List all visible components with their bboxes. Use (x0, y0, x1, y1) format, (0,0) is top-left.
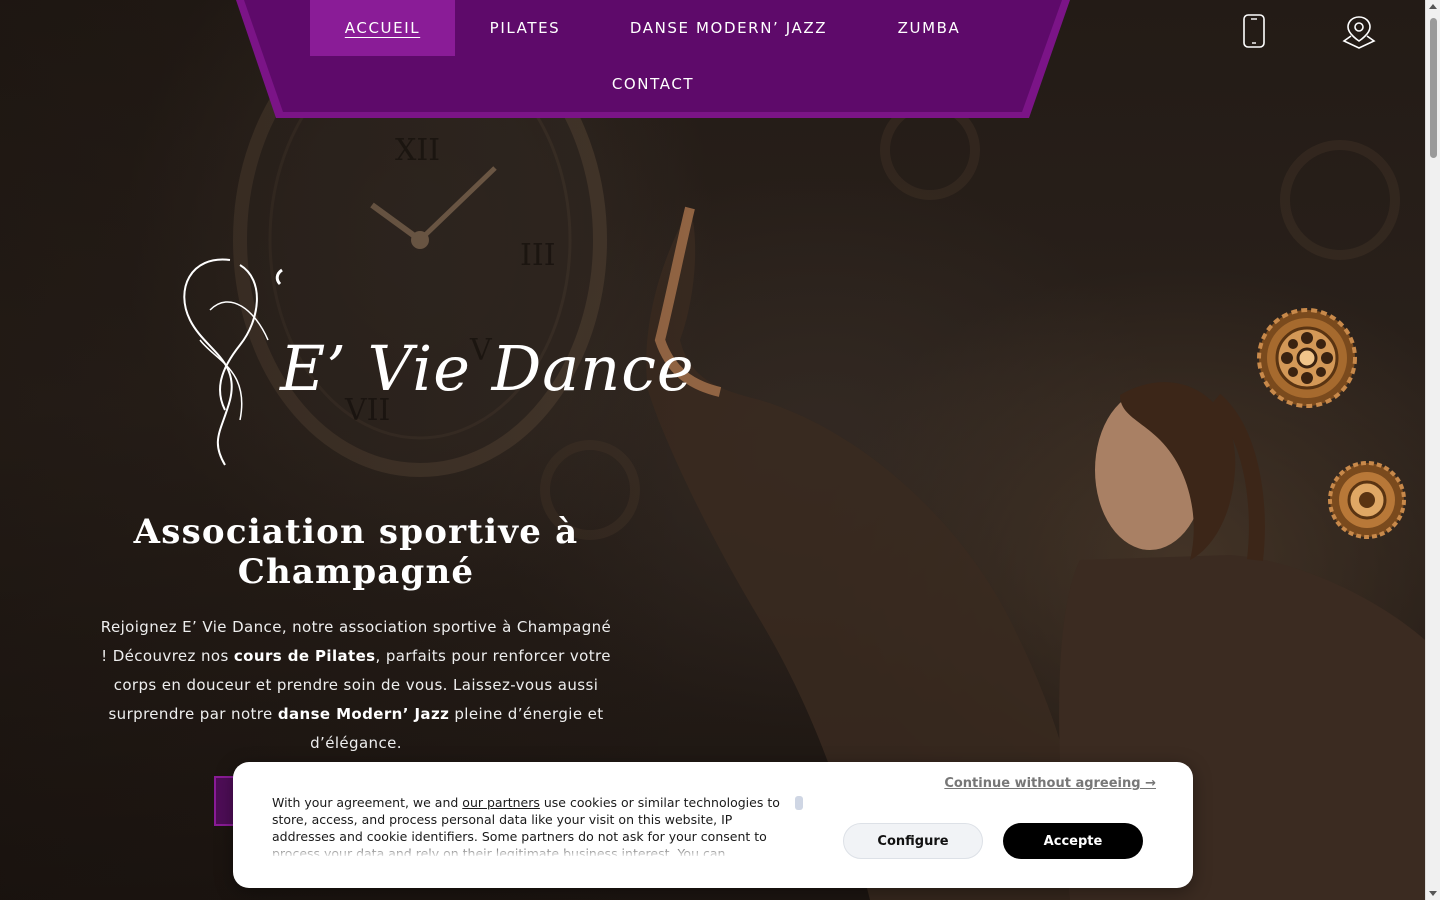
configure-button[interactable]: Configure (843, 823, 983, 859)
mobile-phone-icon[interactable] (1240, 12, 1268, 54)
nav-item-contact[interactable]: CONTACT (586, 56, 720, 112)
page-title: Association sportive à Champagné (133, 512, 579, 592)
nav-item-zumba[interactable]: ZUMBA (860, 0, 998, 56)
dancer-logo-icon (183, 258, 283, 466)
page-scrollbar[interactable] (1425, 0, 1440, 900)
cookie-text-scrollbar[interactable] (795, 796, 803, 810)
continue-without-agreeing-link[interactable]: Continue without agreeing → (944, 776, 1156, 791)
map-pin-icon[interactable] (1340, 14, 1378, 54)
nav-item-danse-modern-jazz[interactable]: DANSE MODERN’ JAZZ (606, 0, 851, 56)
accept-button[interactable]: Accepte (1003, 823, 1143, 859)
scroll-up-arrow[interactable] (1429, 4, 1437, 9)
intro-paragraph: Rejoignez E’ Vie Dance, notre associatio… (100, 618, 612, 752)
gear-icon (1328, 461, 1406, 539)
nav-item-pilates[interactable]: PILATES (455, 0, 595, 56)
scroll-thumb[interactable] (1430, 18, 1437, 158)
our-partners-link[interactable]: our partners (462, 795, 540, 810)
modern-jazz-highlight: danse Modern’ Jazz (277, 705, 450, 723)
nav-item-accueil[interactable]: ACCUEIL (310, 0, 455, 56)
site-logo[interactable]: E’ Vie Dance (170, 250, 694, 470)
scroll-down-arrow[interactable] (1429, 891, 1437, 896)
logo-text: E’ Vie Dance (280, 332, 695, 405)
gear-icon (1257, 308, 1357, 408)
main-navigation: ACCUEIL PILATES DANSE MODERN’ JAZZ ZUMBA… (236, 0, 1070, 118)
cookie-consent-banner: Continue without agreeing → With your ag… (233, 762, 1193, 888)
pilates-highlight: cours de Pilates (233, 647, 376, 665)
